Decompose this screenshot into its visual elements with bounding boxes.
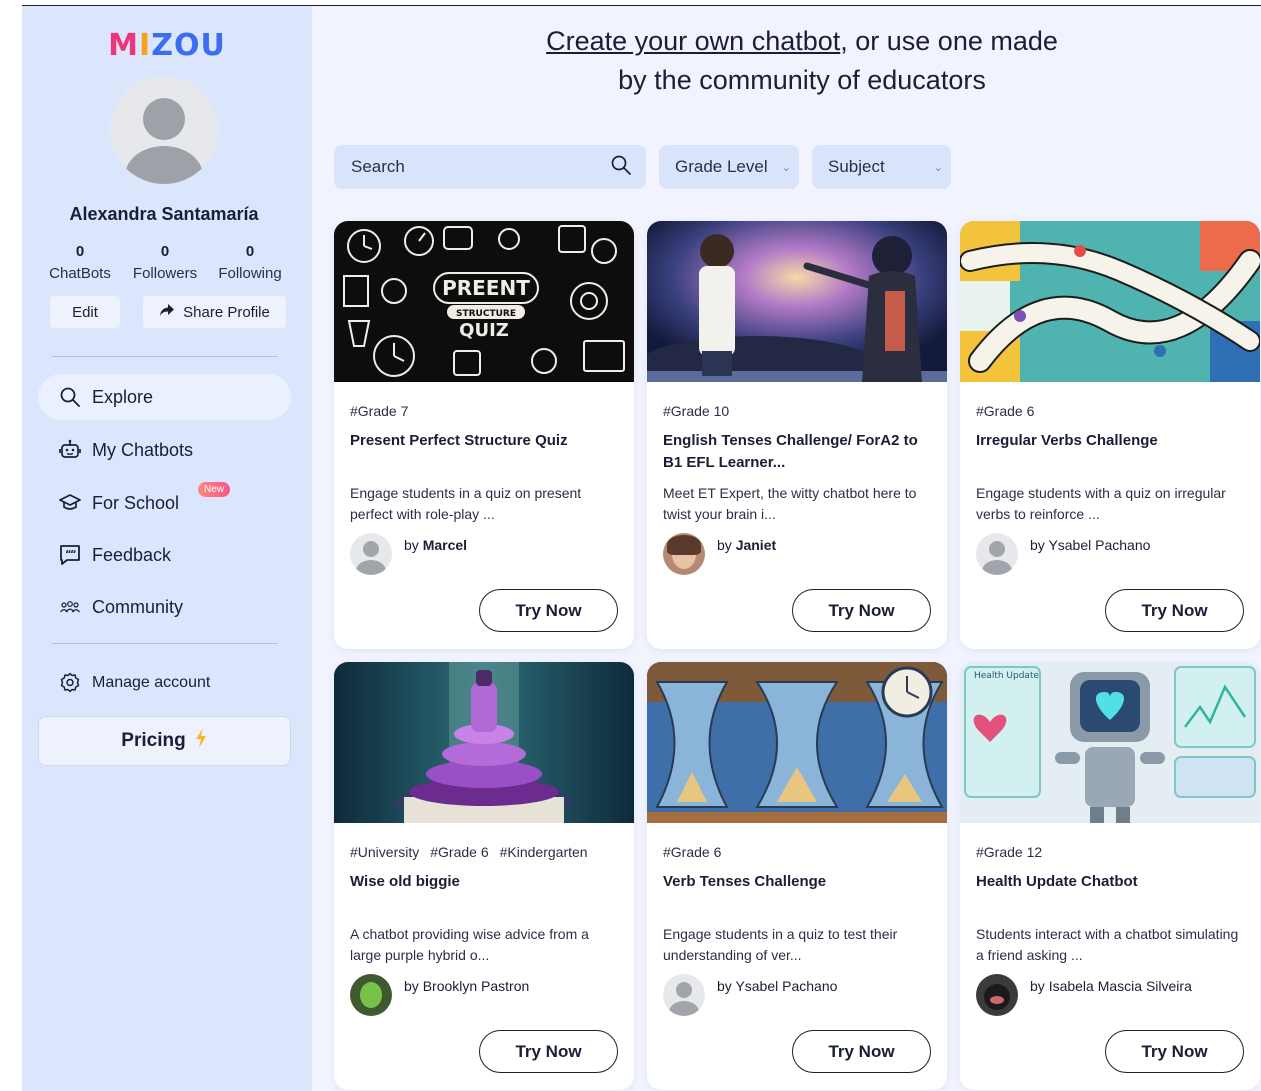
svg-text:Health Update: Health Update bbox=[974, 671, 1039, 681]
svg-text:STRUCTURE: STRUCTURE bbox=[456, 309, 516, 319]
card-author: by Isabela Mascia Silveira bbox=[976, 974, 1192, 1016]
subject-select[interactable]: Subject ⌄ bbox=[812, 145, 951, 189]
card-tags: #University #Grade 6 #Kindergarten bbox=[350, 844, 588, 860]
nav-explore[interactable]: Explore bbox=[38, 374, 291, 420]
author-avatar bbox=[663, 974, 705, 1016]
chatbot-card[interactable]: Health Update #Grade 12 Health Update Ch bbox=[960, 662, 1260, 1090]
card-title: Present Perfect Structure Quiz bbox=[350, 432, 568, 449]
card-thumbnail bbox=[647, 662, 947, 823]
grade-level-select[interactable]: Grade Level ⌄ bbox=[659, 145, 799, 189]
card-title: Irregular Verbs Challenge bbox=[976, 432, 1158, 449]
chevron-down-icon: ⌄ bbox=[781, 161, 791, 174]
try-now-button[interactable]: Try Now bbox=[792, 1030, 931, 1073]
card-description: A chatbot providing wise advice from a l… bbox=[350, 926, 589, 963]
card-description: Engage students in a quiz to test their … bbox=[663, 926, 898, 963]
card-tags: #Grade 7 bbox=[350, 403, 409, 419]
app-frame: MIZOU Alexandra Santamaría 0 ChatBots 0 … bbox=[22, 5, 1261, 1091]
chatbot-card[interactable]: #Grade 6 Irregular Verbs Challenge Engag… bbox=[960, 221, 1260, 649]
graduation-cap-icon bbox=[58, 491, 82, 515]
nav-feedback[interactable]: ““ Feedback bbox=[38, 532, 291, 578]
card-title: Health Update Chatbot bbox=[976, 873, 1138, 890]
author-avatar bbox=[350, 533, 392, 575]
search-icon[interactable] bbox=[610, 154, 632, 181]
author-avatar bbox=[976, 533, 1018, 575]
robot-icon bbox=[58, 438, 82, 462]
chatbot-card[interactable]: #Grade 6 Verb Tenses Challenge Engage st… bbox=[647, 662, 947, 1090]
card-author: by Brooklyn Pastron bbox=[350, 974, 529, 1016]
card-tags: #Grade 10 bbox=[663, 403, 730, 419]
chatbot-card[interactable]: #Grade 10 English Tenses Challenge/ ForA… bbox=[647, 221, 947, 649]
card-title: Verb Tenses Challenge bbox=[663, 873, 827, 890]
card-thumbnail: PREENT STRUCTURE QUIZ bbox=[334, 221, 634, 382]
card-thumbnail: Health Update bbox=[960, 662, 1260, 823]
nav-community[interactable]: Community bbox=[38, 584, 291, 630]
profile-avatar[interactable] bbox=[110, 76, 218, 184]
nav-manage-account[interactable]: Manage account bbox=[38, 660, 291, 706]
gear-icon bbox=[58, 671, 82, 695]
share-profile-button[interactable]: Share Profile bbox=[143, 296, 286, 328]
chatbot-card[interactable]: #University #Grade 6 #Kindergarten Wise … bbox=[334, 662, 634, 1090]
mizou-logo[interactable]: MIZOU bbox=[22, 28, 312, 63]
stat-followers[interactable]: 0 Followers bbox=[125, 243, 205, 282]
sidebar-divider bbox=[52, 643, 278, 644]
profile-buttons: Edit Share Profile bbox=[50, 296, 286, 328]
svg-text:PREENT: PREENT bbox=[442, 276, 530, 300]
try-now-button[interactable]: Try Now bbox=[479, 589, 618, 632]
search-icon bbox=[58, 385, 82, 409]
card-tags: #Grade 6 bbox=[663, 844, 722, 860]
page-headline: Create your own chatbot, or use one made… bbox=[546, 26, 1058, 95]
sidebar-divider bbox=[52, 356, 278, 357]
card-description: Engage students with a quiz on irregular… bbox=[976, 485, 1226, 522]
card-tags: #Grade 12 bbox=[976, 844, 1043, 860]
card-description: Students interact with a chatbot simulat… bbox=[976, 926, 1239, 963]
card-description: Meet ET Expert, the witty chatbot here t… bbox=[663, 485, 917, 522]
try-now-button[interactable]: Try Now bbox=[479, 1030, 618, 1073]
main-content: Create your own chatbot, or use one made… bbox=[312, 6, 1261, 1091]
nav-for-school[interactable]: For School New bbox=[38, 480, 291, 526]
stat-chatbots: 0 ChatBots bbox=[49, 243, 111, 282]
edit-profile-button[interactable]: Edit bbox=[50, 296, 120, 328]
card-thumbnail bbox=[334, 662, 634, 823]
profile-stats: 0 ChatBots 0 Followers 0 Following bbox=[40, 243, 290, 282]
chevron-down-icon: ⌄ bbox=[933, 161, 943, 174]
card-thumbnail bbox=[960, 221, 1260, 382]
try-now-button[interactable]: Try Now bbox=[1105, 589, 1244, 632]
nav-my-chatbots[interactable]: My Chatbots bbox=[38, 427, 291, 473]
card-tags: #Grade 6 bbox=[976, 403, 1035, 419]
card-author: by Marcel bbox=[350, 533, 467, 575]
card-author: by Ysabel Pachano bbox=[976, 533, 1150, 575]
svg-text:“: “ bbox=[70, 549, 77, 560]
create-chatbot-link[interactable]: Create your own chatbot bbox=[546, 26, 840, 56]
new-badge: New bbox=[198, 482, 231, 497]
pricing-button[interactable]: Pricing bbox=[38, 716, 291, 766]
card-author: by Janiet bbox=[663, 533, 776, 575]
search-input[interactable]: Search bbox=[334, 145, 646, 189]
author-avatar bbox=[663, 533, 705, 575]
share-arrow-icon bbox=[159, 303, 175, 321]
card-title: English Tenses Challenge/ ForA2 to B1 EF… bbox=[663, 432, 918, 471]
profile-name: Alexandra Santamaría bbox=[69, 204, 259, 224]
stat-following[interactable]: 0 Following bbox=[210, 243, 290, 282]
chatbot-card[interactable]: PREENT STRUCTURE QUIZ #Grade 7 Present P… bbox=[334, 221, 634, 649]
card-thumbnail bbox=[647, 221, 947, 382]
author-avatar bbox=[350, 974, 392, 1016]
try-now-button[interactable]: Try Now bbox=[792, 589, 931, 632]
sidebar: MIZOU Alexandra Santamaría 0 ChatBots 0 … bbox=[22, 6, 312, 1091]
try-now-button[interactable]: Try Now bbox=[1105, 1030, 1244, 1073]
card-description: Engage students in a quiz on present per… bbox=[350, 485, 582, 522]
svg-text:QUIZ: QUIZ bbox=[459, 320, 509, 341]
card-author: by Ysabel Pachano bbox=[663, 974, 837, 1016]
author-avatar bbox=[976, 974, 1018, 1016]
card-title: Wise old biggie bbox=[350, 873, 460, 890]
lightning-icon bbox=[194, 727, 208, 755]
feedback-icon: ““ bbox=[58, 543, 82, 567]
community-icon bbox=[58, 595, 82, 619]
